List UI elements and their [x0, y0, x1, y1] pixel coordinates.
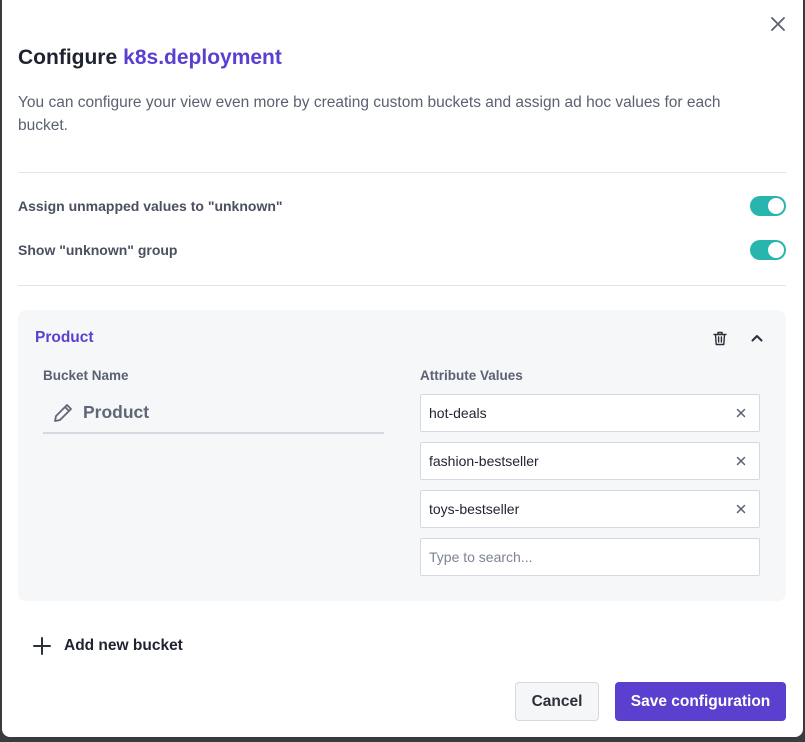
add-bucket-label: Add new bucket [64, 637, 183, 654]
divider [18, 172, 786, 173]
attribute-values-label: Attribute Values [420, 368, 523, 383]
close-button[interactable] [766, 12, 790, 36]
bucket-name-field[interactable]: Product [43, 394, 384, 434]
divider [18, 285, 786, 286]
remove-value-button[interactable] [732, 452, 750, 470]
attribute-search-input[interactable] [420, 538, 760, 576]
show-unknown-toggle[interactable] [750, 240, 786, 260]
close-icon [736, 456, 746, 466]
attribute-value-text: hot-deals [429, 405, 487, 421]
option-label: Assign unmapped values to "unknown" [18, 198, 283, 214]
close-icon [771, 17, 785, 31]
close-icon [736, 504, 746, 514]
bucket-panel: Product Bucket Name Attribute Values Pro… [18, 310, 786, 601]
close-icon [736, 408, 746, 418]
bucket-name-label: Bucket Name [43, 368, 129, 383]
toggle-knob [768, 198, 784, 214]
option-row-assign-unknown: Assign unmapped values to "unknown" [18, 196, 786, 220]
chevron-up-icon [751, 335, 763, 342]
configure-dialog: Configure k8s.deployment You can configur… [2, 0, 803, 737]
bucket-title: Product [35, 329, 94, 346]
save-configuration-button[interactable]: Save configuration [615, 682, 786, 721]
remove-value-button[interactable] [732, 404, 750, 422]
collapse-bucket-button[interactable] [747, 328, 767, 348]
dialog-title-prefix: Configure [18, 46, 118, 69]
attribute-value-text: toys-bestseller [429, 501, 520, 517]
attribute-value-chip: fashion-bestseller [420, 442, 760, 480]
pencil-icon [54, 404, 72, 422]
add-bucket-button[interactable]: Add new bucket [32, 633, 183, 659]
plus-icon [33, 637, 51, 655]
dialog-description: You can configure your view even more by… [18, 94, 721, 134]
dialog-title: Configure k8s.deployment [18, 46, 282, 70]
delete-bucket-button[interactable] [710, 328, 730, 348]
remove-value-button[interactable] [732, 500, 750, 518]
attribute-value-chip: hot-deals [420, 394, 760, 432]
toggle-knob [768, 242, 784, 258]
bucket-name-value: Product [83, 402, 150, 422]
assign-unknown-toggle[interactable] [750, 196, 786, 216]
cancel-button[interactable]: Cancel [515, 682, 599, 721]
dialog-title-entity: k8s.deployment [123, 46, 282, 69]
option-row-show-unknown: Show "unknown" group [18, 240, 786, 264]
trash-icon [713, 331, 727, 345]
attribute-value-chip: toys-bestseller [420, 490, 760, 528]
option-label: Show "unknown" group [18, 242, 178, 258]
attribute-value-text: fashion-bestseller [429, 453, 539, 469]
